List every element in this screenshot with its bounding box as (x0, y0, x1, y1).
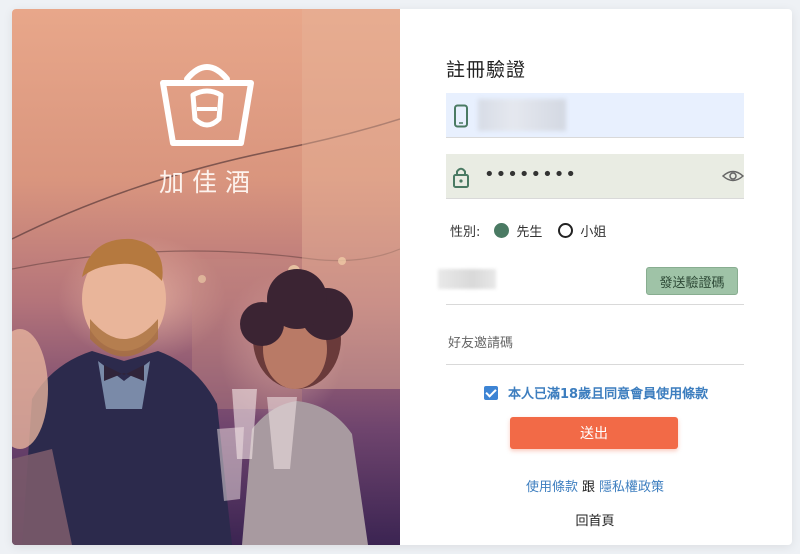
password-field[interactable]: •••••••• (446, 154, 744, 199)
phone-field[interactable] (446, 93, 744, 138)
home-link[interactable]: 回首頁 (446, 510, 744, 529)
gender-selector: 性別: 先生 小姐 (450, 221, 622, 240)
register-form: 註冊驗證 •••••••• 性別: 先生 小姐 發送驗證碼 好友邀請碼 本人已滿… (438, 9, 746, 545)
terms-link[interactable]: 使用條款 (526, 480, 578, 495)
privacy-link[interactable]: 隱私權政策 (599, 480, 664, 495)
gender-option-female[interactable]: 小姐 (558, 221, 606, 240)
register-card: 加佳酒 註冊驗證 •••••••• 性別: 先生 小姐 發送驗證碼 好友邀請碼 … (12, 9, 792, 545)
agreement-checkbox[interactable] (484, 385, 498, 400)
send-code-button[interactable]: 發送驗證碼 (646, 267, 738, 295)
verification-value-obscured (438, 269, 496, 289)
invite-code-input[interactable] (446, 323, 744, 364)
hero-image: 加佳酒 (12, 9, 400, 545)
agreement-row: 本人已滿18歲且同意會員使用條款 (484, 383, 708, 402)
gender-option-male[interactable]: 先生 (494, 221, 542, 240)
lock-icon (453, 167, 469, 188)
legal-links: 使用條款跟隱私權政策 (446, 476, 744, 495)
eye-icon[interactable] (722, 167, 744, 185)
invite-code-field[interactable] (446, 323, 744, 365)
phone-value-obscured (478, 99, 566, 131)
wine-bag-logo-icon (160, 64, 254, 146)
submit-button[interactable]: 送出 (510, 417, 678, 449)
brand-name: 加佳酒 (159, 168, 259, 197)
page-title: 註冊驗證 (446, 59, 527, 81)
radio-unchecked-icon (558, 223, 574, 238)
radio-checked-icon (494, 223, 510, 238)
phone-icon (454, 104, 468, 128)
gender-option-label: 先生 (516, 225, 543, 240)
gender-option-label: 小姐 (580, 225, 607, 240)
and-text: 跟 (581, 480, 595, 495)
gender-label: 性別: (450, 225, 481, 240)
password-value: •••••••• (484, 164, 577, 185)
agreement-text: 本人已滿18歲且同意會員使用條款 (508, 387, 709, 402)
verification-code-field[interactable]: 發送驗證碼 (438, 261, 744, 305)
